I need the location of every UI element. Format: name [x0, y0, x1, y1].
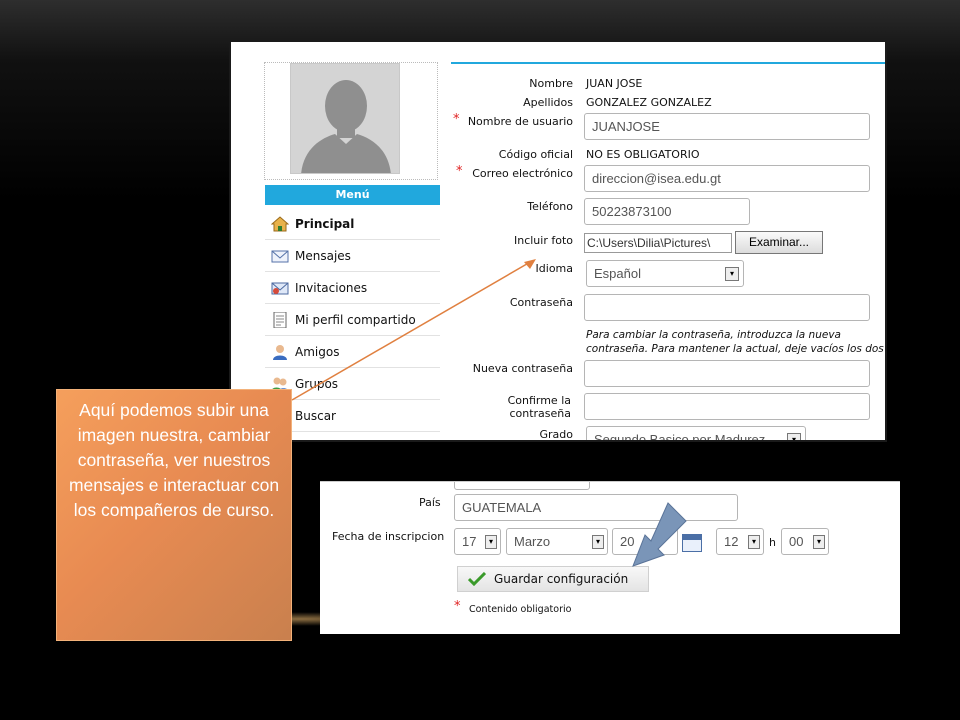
dropdown-arrow-icon: ▾: [813, 535, 825, 549]
codigo-label: Código oficial: [498, 148, 573, 161]
dropdown-arrow-icon: ▾: [485, 535, 497, 549]
nombre-value: JUAN JOSE: [586, 77, 643, 90]
browse-button[interactable]: Examinar...: [735, 231, 823, 254]
menu-item-label: Principal: [295, 216, 355, 231]
menu-item-principal[interactable]: Principal: [265, 208, 440, 240]
document-icon: [273, 311, 287, 328]
minute-select[interactable]: 00 ▾: [781, 528, 829, 555]
new-password-input[interactable]: [584, 360, 870, 387]
phone-input[interactable]: 50223873100: [584, 198, 750, 225]
password-input[interactable]: [584, 294, 870, 321]
menu-header: Menú: [265, 185, 440, 205]
contrasena-label: Contraseña: [509, 296, 573, 309]
menu-item-label: Amigos: [295, 344, 340, 359]
required-mark: *: [454, 599, 461, 614]
nombre-label: Nombre: [529, 77, 573, 90]
minute-value: 00: [789, 534, 804, 549]
language-select[interactable]: Español ▾: [586, 260, 744, 287]
hour-separator: h: [769, 536, 776, 549]
menu-item-mi-perfil-compartido[interactable]: Mi perfil compartido: [265, 304, 440, 336]
confirm-password-input[interactable]: [584, 393, 870, 420]
apellidos-label: Apellidos: [523, 96, 573, 109]
menu-item-mensajes[interactable]: Mensajes: [265, 240, 440, 272]
checkmark-icon: [468, 572, 486, 586]
slide: { "colors": { "menu_header": "#21a8dd", …: [0, 0, 960, 720]
pais-label: País: [419, 496, 441, 509]
home-icon: [271, 215, 289, 231]
nueva-contrasena-label: Nueva contraseña: [472, 362, 573, 375]
dropdown-arrow-icon: ▾: [787, 433, 801, 440]
dropdown-arrow-icon: ▾: [592, 535, 604, 549]
day-select[interactable]: 17 ▾: [454, 528, 501, 555]
email-input[interactable]: direccion@isea.edu.gt: [584, 165, 870, 192]
year-value: 20: [620, 534, 635, 549]
grade-select[interactable]: Segundo Basico por Madurez ▾: [586, 426, 806, 442]
grado-label: Grado: [539, 428, 574, 441]
previous-select[interactable]: [454, 482, 590, 490]
fecha-label: Fecha de inscripcion: [332, 530, 445, 543]
username-input[interactable]: JUANJOSE: [584, 113, 870, 140]
settings-screenshot: País GUATEMALA Fecha de inscripcion 17 ▾…: [320, 481, 900, 634]
invitation-icon: [271, 282, 289, 294]
menu-item-label: Grupos: [295, 376, 339, 391]
hour-select[interactable]: 12 ▾: [716, 528, 764, 555]
hour-value: 12: [724, 534, 739, 549]
profile-screenshot: Menú Principal Mensajes Invitaciones Mi …: [229, 40, 887, 442]
apellidos-value: GONZALEZ GONZALEZ: [586, 96, 712, 109]
day-value: 17: [462, 534, 477, 549]
month-value: Marzo: [514, 534, 551, 549]
save-settings-button[interactable]: Guardar configuración: [457, 566, 649, 592]
envelope-icon: [271, 250, 289, 262]
grade-select-value: Segundo Basico por Madurez: [594, 432, 766, 442]
dropdown-arrow-icon: ▾: [748, 535, 760, 549]
photo-file-field[interactable]: C:\Users\Dilia\Pictures\: [584, 233, 732, 253]
menu-item-label: Mi perfil compartido: [295, 312, 416, 327]
usuario-label: Nombre de usuario: [467, 115, 573, 128]
confirme-label: Confirme la contraseña: [507, 394, 571, 420]
avatar: [290, 63, 400, 174]
save-settings-label: Guardar configuración: [494, 572, 629, 586]
menu-item-invitaciones[interactable]: Invitaciones: [265, 272, 440, 304]
telefono-label: Teléfono: [527, 200, 573, 213]
country-input[interactable]: GUATEMALA: [454, 494, 738, 521]
month-select[interactable]: Marzo ▾: [506, 528, 608, 555]
calendar-icon[interactable]: [682, 534, 702, 552]
menu-item-amigos[interactable]: Amigos: [265, 336, 440, 368]
person-silhouette-icon: [291, 64, 399, 173]
foto-label: Incluir foto: [513, 234, 573, 247]
dropdown-arrow-icon: ▾: [725, 267, 739, 281]
required-note: Contenido obligatorio: [469, 604, 572, 615]
idioma-label: Idioma: [535, 262, 573, 275]
correo-label: Correo electrónico: [472, 167, 573, 180]
person-icon: [273, 344, 287, 360]
header-line: [451, 62, 885, 64]
menu-item-label: Buscar: [295, 408, 336, 423]
callout-text: Aquí podemos subir una imagen nuestra, c…: [68, 400, 280, 520]
menu-item-label: Invitaciones: [295, 280, 368, 295]
codigo-value: NO ES OBLIGATORIO: [586, 148, 700, 161]
year-select[interactable]: 20: [612, 528, 678, 555]
language-select-value: Español: [594, 266, 641, 281]
callout-box: Aquí podemos subir una imagen nuestra, c…: [56, 389, 292, 641]
menu-item-label: Mensajes: [295, 248, 351, 263]
